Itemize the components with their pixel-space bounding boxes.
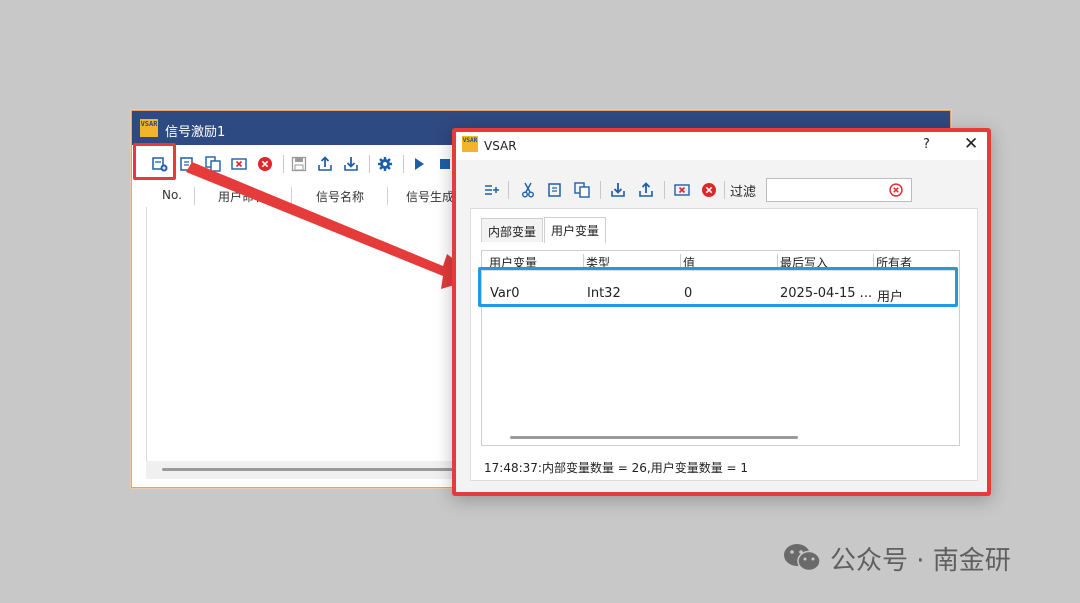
watermark-text: 公众号 · 南金研 — [830, 545, 1011, 576]
dialog-title-bar: VSAR VSAR ? ✕ — [456, 132, 987, 160]
wechat-icon — [784, 544, 821, 572]
copy-button[interactable] — [545, 180, 565, 200]
cut-button[interactable] — [518, 180, 538, 200]
import-button[interactable] — [608, 180, 628, 200]
vsar-variable-dialog: VSAR VSAR ? ✕ 过滤 内部变量 用户变量 用户变量 类型 值 最后写… — [452, 128, 991, 496]
vsar-logo: VSAR — [462, 136, 478, 152]
add-variable-icon — [485, 185, 499, 195]
tab-internal-variables[interactable]: 内部变量 — [481, 218, 544, 242]
toolbar-separator — [724, 181, 725, 199]
help-button[interactable]: ? — [923, 137, 930, 152]
clear-icon — [702, 183, 716, 197]
paste-icon — [574, 182, 590, 198]
export-button[interactable] — [636, 180, 656, 200]
delete-icon — [674, 184, 690, 196]
remove-button[interactable] — [672, 180, 692, 200]
paste-button[interactable] — [572, 180, 592, 200]
dialog-title: VSAR — [484, 139, 517, 153]
filter-clear-icon — [889, 183, 903, 197]
dialog-toolbar: 过滤 — [456, 174, 987, 206]
filter-clear-button[interactable] — [889, 182, 903, 201]
filter-label: 过滤 — [730, 185, 757, 200]
export-icon — [639, 182, 653, 197]
tab-user-variables[interactable]: 用户变量 — [544, 217, 607, 243]
clear-all-button[interactable] — [699, 180, 719, 200]
highlight-variable-row — [478, 267, 958, 307]
copy-icon — [548, 183, 561, 197]
toolbar-separator — [600, 181, 601, 199]
toolbar-separator — [664, 181, 665, 199]
add-variable-button[interactable] — [482, 180, 502, 200]
watermark: 公众号 · 南金研 — [782, 541, 1011, 576]
status-line: 17:48:37:内部变量数量 = 26,用户变量数量 = 1 — [484, 461, 749, 475]
close-button[interactable]: ✕ — [964, 134, 978, 154]
table-horizontal-scrollbar[interactable] — [510, 436, 798, 439]
import-icon — [611, 183, 625, 197]
cut-icon — [522, 182, 534, 198]
toolbar-separator — [508, 181, 509, 199]
